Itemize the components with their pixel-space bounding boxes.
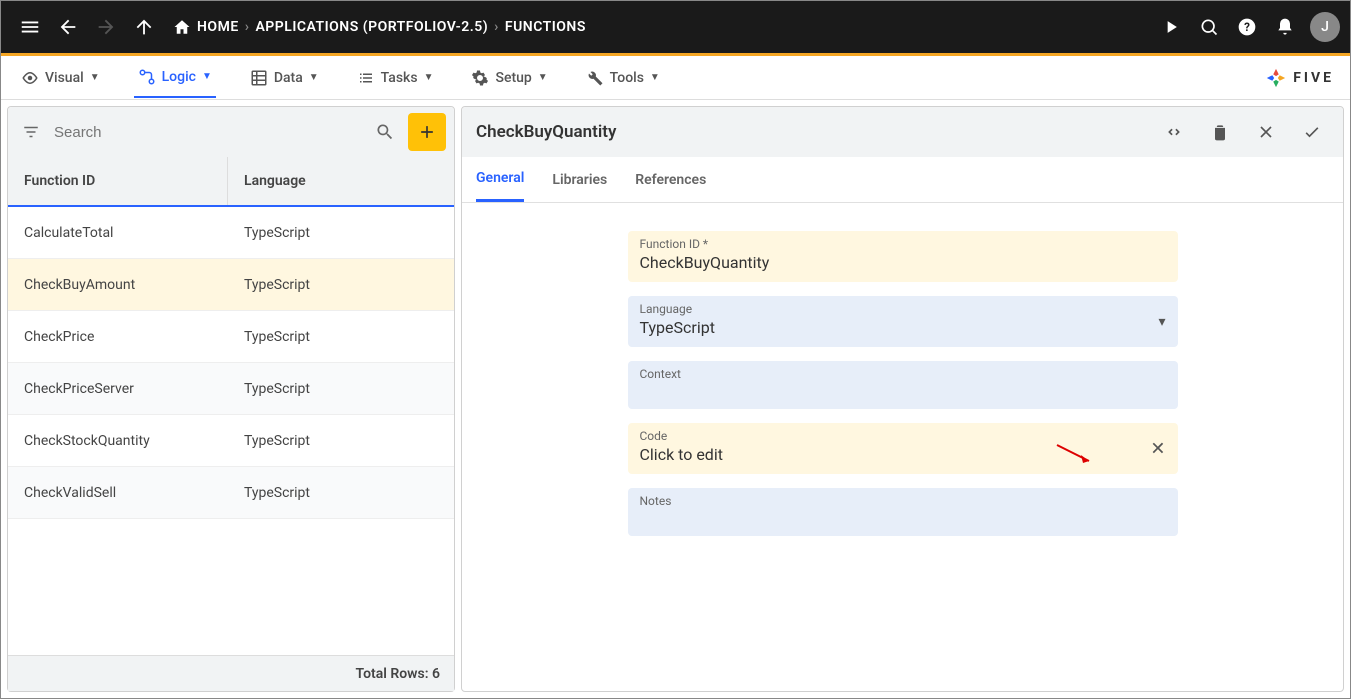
breadcrumb-app[interactable]: APPLICATIONS (PORTFOLIOV-2.5) [255, 19, 488, 35]
field-language[interactable]: Language TypeScript ▾ [628, 296, 1178, 347]
menu-setup[interactable]: Setup▼ [467, 59, 551, 97]
code-icon[interactable] [1157, 115, 1191, 149]
bell-icon[interactable] [1266, 8, 1304, 46]
menu-tools[interactable]: Tools▼ [582, 59, 664, 97]
tab-libraries[interactable]: Libraries [552, 157, 607, 202]
menu-visual-label: Visual [45, 70, 84, 86]
cell-lang: TypeScript [228, 467, 454, 518]
cell-id: CalculateTotal [8, 207, 228, 258]
menu-data-label: Data [274, 70, 303, 86]
col-language[interactable]: Language [228, 157, 454, 205]
table-row[interactable]: CheckBuyAmountTypeScript [8, 259, 454, 311]
search-bar [8, 107, 454, 157]
cell-id: CheckPriceServer [8, 363, 228, 414]
close-icon[interactable] [1249, 115, 1283, 149]
avatar[interactable]: J [1310, 12, 1340, 42]
search-input[interactable] [54, 124, 362, 141]
menu-setup-label: Setup [495, 70, 531, 86]
menu-tasks-label: Tasks [381, 70, 418, 86]
menu-tools-label: Tools [610, 70, 644, 86]
table-row[interactable]: CheckPriceTypeScript [8, 311, 454, 363]
cell-lang: TypeScript [228, 207, 454, 258]
field-value: Click to edit [640, 445, 1166, 464]
form-area: Function ID * CheckBuyQuantity Language … [462, 203, 1343, 691]
field-label: Function ID * [640, 237, 1166, 251]
home-label: HOME [197, 19, 239, 35]
cell-lang: TypeScript [228, 259, 454, 310]
delete-icon[interactable] [1203, 115, 1237, 149]
menu-visual[interactable]: Visual▼ [17, 59, 104, 97]
table-row[interactable]: CheckStockQuantityTypeScript [8, 415, 454, 467]
menu-logic[interactable]: Logic▼ [134, 58, 216, 98]
cell-lang: TypeScript [228, 363, 454, 414]
close-icon[interactable]: ✕ [1150, 438, 1165, 459]
breadcrumb: HOME › APPLICATIONS (PORTFOLIOV-2.5) › F… [173, 18, 586, 36]
help-icon[interactable]: ? [1228, 8, 1266, 46]
add-button[interactable] [408, 113, 446, 151]
workspace: Function ID Language CalculateTotalTypeS… [1, 100, 1350, 698]
svg-text:?: ? [1244, 20, 1250, 34]
search-bubble-icon[interactable] [1190, 8, 1228, 46]
functions-table: Function ID Language CalculateTotalTypeS… [8, 157, 454, 691]
field-label: Context [640, 367, 1166, 381]
table-row[interactable]: CheckValidSellTypeScript [8, 467, 454, 519]
menu-data[interactable]: Data▼ [246, 59, 323, 97]
field-notes[interactable]: Notes [628, 488, 1178, 536]
menubar: Visual▼ Logic▼ Data▼ Tasks▼ Setup▼ Tools… [1, 56, 1350, 100]
table-row[interactable]: CalculateTotalTypeScript [8, 207, 454, 259]
breadcrumb-functions[interactable]: FUNCTIONS [505, 19, 586, 35]
detail-title: CheckBuyQuantity [476, 122, 616, 142]
back-icon[interactable] [49, 8, 87, 46]
forward-icon [87, 8, 125, 46]
brand-logo: FIVE [1265, 67, 1334, 89]
menu-tasks[interactable]: Tasks▼ [353, 59, 438, 97]
field-value: TypeScript [640, 318, 1166, 337]
col-function-id[interactable]: Function ID [8, 157, 228, 205]
field-label: Code [640, 429, 1166, 443]
play-icon[interactable] [1152, 8, 1190, 46]
functions-list-panel: Function ID Language CalculateTotalTypeS… [7, 106, 455, 692]
menu-logic-label: Logic [162, 69, 196, 85]
cell-lang: TypeScript [228, 415, 454, 466]
topbar: HOME › APPLICATIONS (PORTFOLIOV-2.5) › F… [1, 1, 1350, 56]
table-header: Function ID Language [8, 157, 454, 207]
cell-id: CheckBuyAmount [8, 259, 228, 310]
detail-header: CheckBuyQuantity [462, 107, 1343, 157]
detail-tabs: General Libraries References [462, 157, 1343, 203]
table-footer: Total Rows: 6 [8, 655, 454, 691]
chevron-right-icon: › [494, 19, 499, 35]
chevron-right-icon: › [245, 19, 250, 35]
cell-id: CheckPrice [8, 311, 228, 362]
up-icon[interactable] [125, 8, 163, 46]
field-context[interactable]: Context [628, 361, 1178, 409]
cell-id: CheckValidSell [8, 467, 228, 518]
tab-references[interactable]: References [635, 157, 706, 202]
table-row[interactable]: CheckPriceServerTypeScript [8, 363, 454, 415]
menu-icon[interactable] [11, 8, 49, 46]
search-icon[interactable] [370, 117, 400, 147]
detail-panel: CheckBuyQuantity General Libraries Refer… [461, 106, 1344, 692]
table-body: CalculateTotalTypeScript CheckBuyAmountT… [8, 207, 454, 655]
tab-general[interactable]: General [476, 157, 524, 202]
brand-label: FIVE [1293, 70, 1334, 86]
field-code[interactable]: Code Click to edit ✕ [628, 423, 1178, 474]
check-icon[interactable] [1295, 115, 1329, 149]
field-value: CheckBuyQuantity [640, 253, 1166, 272]
chevron-down-icon[interactable]: ▾ [1158, 314, 1165, 330]
cell-lang: TypeScript [228, 311, 454, 362]
field-label: Language [640, 302, 1166, 316]
field-function-id[interactable]: Function ID * CheckBuyQuantity [628, 231, 1178, 282]
filter-icon[interactable] [16, 117, 46, 147]
field-label: Notes [640, 494, 1166, 508]
cell-id: CheckStockQuantity [8, 415, 228, 466]
breadcrumb-home[interactable]: HOME [173, 18, 239, 36]
